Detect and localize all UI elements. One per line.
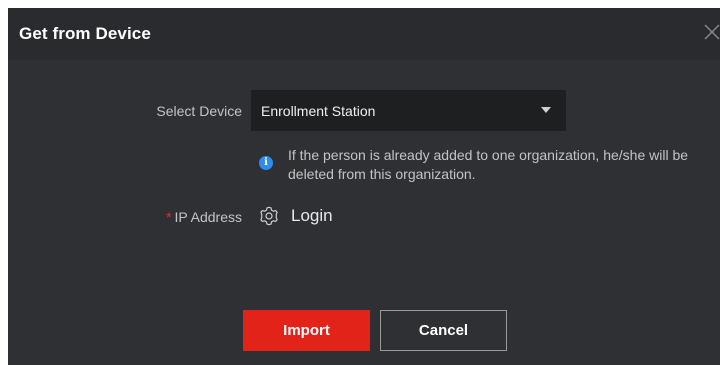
info-icon: i <box>259 156 273 170</box>
ip-address-label: * IP Address <box>128 209 242 225</box>
get-from-device-dialog: Get from Device Select Device Enrollment… <box>8 8 720 365</box>
required-mark: * <box>166 209 172 225</box>
close-button[interactable] <box>702 22 720 42</box>
cancel-button[interactable]: Cancel <box>380 310 507 351</box>
login-label: Login <box>291 206 333 225</box>
dialog-title-bar: Get from Device <box>8 8 720 60</box>
import-button[interactable]: Import <box>243 310 370 351</box>
gear-icon <box>260 206 278 226</box>
ip-address-label-text: IP Address <box>174 209 242 225</box>
select-device-label: Select Device <box>156 103 242 119</box>
dialog-title: Get from Device <box>19 24 151 43</box>
select-device-value: Enrollment Station <box>261 103 376 119</box>
close-icon <box>704 24 720 40</box>
select-device-dropdown[interactable]: Enrollment Station <box>251 90 566 131</box>
chevron-down-icon <box>541 107 551 113</box>
organization-hint-text: If the person is already added to one or… <box>288 147 689 182</box>
